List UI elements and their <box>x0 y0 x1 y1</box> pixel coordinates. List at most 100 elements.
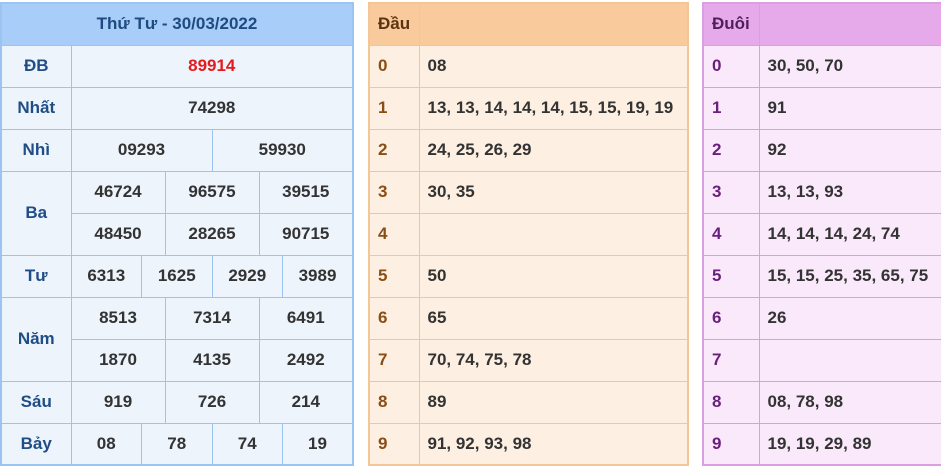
dau-value: 50 <box>418 254 689 298</box>
duoi-key: 2 <box>702 128 760 172</box>
dau-row: 8 89 <box>368 380 689 424</box>
dau-value: 91, 92, 93, 98 <box>418 422 689 466</box>
duoi-value <box>758 338 941 382</box>
dau-row: 3 30, 35 <box>368 170 689 214</box>
duoi-value: 26 <box>758 296 941 340</box>
duoi-value: 14, 14, 14, 24, 74 <box>758 212 941 256</box>
duoi-row: 1 91 <box>702 86 941 130</box>
prize-label-nam: Năm <box>0 296 72 382</box>
dau-value: 65 <box>418 296 689 340</box>
prize-row-nam: Năm 8513 7314 6491 <box>0 296 354 382</box>
dau-value <box>418 212 689 256</box>
duoi-value: 92 <box>758 128 941 172</box>
dau-table: Đầu 0 08 1 13, 13, 14, 14, 14, 15, 15, 19,… <box>368 2 689 466</box>
dau-row: 0 08 <box>368 44 689 88</box>
dau-header-empty <box>418 2 689 46</box>
duoi-value: 91 <box>758 86 941 130</box>
dau-row: 5 50 <box>368 254 689 298</box>
prize-value-nhi: 59930 <box>211 128 354 172</box>
results-table: Thứ Tư - 30/03/2022 ĐB 89914 Nhất 74298 … <box>0 2 354 466</box>
dau-value: 70, 74, 75, 78 <box>418 338 689 382</box>
prize-value-nam: 6491 <box>258 296 354 340</box>
prize-row-db: ĐB 89914 <box>0 44 354 88</box>
dau-row: 6 65 <box>368 296 689 340</box>
prize-value-nam: 1870 <box>70 338 166 382</box>
duoi-row: 6 26 <box>702 296 941 340</box>
prize-value-tu: 1625 <box>141 254 213 298</box>
prize-value-bay: 74 <box>211 422 283 466</box>
prize-value-ba: 28265 <box>164 212 260 256</box>
prize-value-nam: 7314 <box>164 296 260 340</box>
dau-value: 89 <box>418 380 689 424</box>
prize-value-tu: 2929 <box>211 254 283 298</box>
dau-header-row: Đầu <box>368 2 689 46</box>
dau-row: 2 24, 25, 26, 29 <box>368 128 689 172</box>
prize-value-ba: 46724 <box>70 170 166 214</box>
prize-label-ba: Ba <box>0 170 72 256</box>
prize-row-sau: Sáu 919 726 214 <box>0 380 354 424</box>
duoi-row: 7 <box>702 338 941 382</box>
dau-key: 0 <box>368 44 420 88</box>
prize-value-sau: 214 <box>258 380 354 424</box>
prize-value-ba: 48450 <box>70 212 166 256</box>
prize-row-nhi: Nhì 09293 59930 <box>0 128 354 172</box>
prize-label-tu: Tư <box>0 254 72 298</box>
dau-header: Đầu <box>368 2 420 46</box>
duoi-value: 19, 19, 29, 89 <box>758 422 941 466</box>
duoi-key: 7 <box>702 338 760 382</box>
duoi-key: 4 <box>702 212 760 256</box>
prize-value-db: 89914 <box>70 44 354 88</box>
prize-value-sau: 726 <box>164 380 260 424</box>
duoi-key: 8 <box>702 380 760 424</box>
duoi-row: 9 19, 19, 29, 89 <box>702 422 941 466</box>
prize-row-bay: Bảy 08 78 74 19 <box>0 422 354 466</box>
dau-key: 2 <box>368 128 420 172</box>
prize-label-nhi: Nhì <box>0 128 72 172</box>
dau-key: 3 <box>368 170 420 214</box>
dau-key: 9 <box>368 422 420 466</box>
prize-value-nam: 2492 <box>258 338 354 382</box>
prize-value-sau: 919 <box>70 380 166 424</box>
prize-value-nhat: 74298 <box>70 86 354 130</box>
dau-key: 8 <box>368 380 420 424</box>
prize-label-nhat: Nhất <box>0 86 72 130</box>
prize-value-nam: 4135 <box>164 338 260 382</box>
dau-key: 5 <box>368 254 420 298</box>
duoi-value: 13, 13, 93 <box>758 170 941 214</box>
dau-key: 4 <box>368 212 420 256</box>
prize-value-nam: 8513 <box>70 296 166 340</box>
duoi-table: Đuôi 0 30, 50, 70 1 91 2 92 3 13, 13, 93 4 14… <box>702 2 941 466</box>
dau-row: 7 70, 74, 75, 78 <box>368 338 689 382</box>
dau-value: 08 <box>418 44 689 88</box>
duoi-row: 5 15, 15, 25, 35, 65, 75 <box>702 254 941 298</box>
prize-row-ba: Ba 46724 96575 39515 <box>0 170 354 256</box>
dau-value: 30, 35 <box>418 170 689 214</box>
duoi-key: 5 <box>702 254 760 298</box>
duoi-row: 3 13, 13, 93 <box>702 170 941 214</box>
dau-key: 1 <box>368 86 420 130</box>
prize-row-nhat: Nhất 74298 <box>0 86 354 130</box>
duoi-header-row: Đuôi <box>702 2 941 46</box>
prize-value-ba: 90715 <box>258 212 354 256</box>
dau-value: 24, 25, 26, 29 <box>418 128 689 172</box>
duoi-row: 2 92 <box>702 128 941 172</box>
duoi-value: 30, 50, 70 <box>758 44 941 88</box>
prize-value-bay: 19 <box>282 422 354 466</box>
dau-value: 13, 13, 14, 14, 14, 15, 15, 19, 19 <box>418 86 689 130</box>
prize-value-bay: 08 <box>70 422 142 466</box>
duoi-row: 8 08, 78, 98 <box>702 380 941 424</box>
duoi-row: 0 30, 50, 70 <box>702 44 941 88</box>
duoi-value: 08, 78, 98 <box>758 380 941 424</box>
duoi-key: 9 <box>702 422 760 466</box>
prize-value-nhi: 09293 <box>70 128 213 172</box>
duoi-header-empty <box>758 2 941 46</box>
prize-value-ba: 39515 <box>258 170 354 214</box>
results-header-row: Thứ Tư - 30/03/2022 <box>0 2 354 46</box>
prize-label-db: ĐB <box>0 44 72 88</box>
dau-row: 9 91, 92, 93, 98 <box>368 422 689 466</box>
duoi-key: 0 <box>702 44 760 88</box>
duoi-key: 6 <box>702 296 760 340</box>
dau-key: 7 <box>368 338 420 382</box>
results-date-header: Thứ Tư - 30/03/2022 <box>0 2 354 46</box>
duoi-value: 15, 15, 25, 35, 65, 75 <box>758 254 941 298</box>
